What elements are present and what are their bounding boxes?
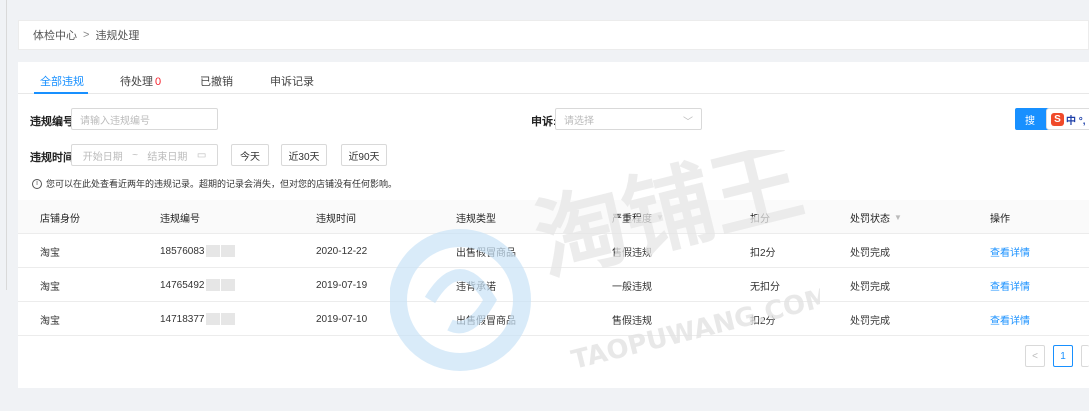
cell-points: 扣2分: [750, 247, 776, 259]
breadcrumb: 体检中心 > 违规处理: [18, 20, 1089, 50]
masked-digits: [205, 313, 220, 325]
cell-time: 2019-07-10: [316, 313, 368, 325]
view-details-link[interactable]: 查看详情: [990, 302, 1030, 336]
ime-toolbar[interactable]: S 中 °,: [1046, 108, 1089, 130]
breadcrumb-separator: >: [83, 29, 90, 41]
col-shop-identity: 店铺身份: [40, 213, 80, 225]
cell-type: 出售假冒商品: [456, 315, 516, 327]
filter-icon[interactable]: ▼: [894, 213, 902, 222]
date-range-picker[interactable]: 开始日期 ~ 结束日期 ▭: [71, 144, 218, 166]
violation-panel: 全部违规 待处理 0 已撤销 申诉记录 违规编号: 请输入违规编号 申诉: 请选择…: [18, 62, 1089, 388]
tab-bar: 全部违规 待处理 0 已撤销 申诉记录: [18, 62, 1089, 94]
tab-pending[interactable]: 待处理 0: [120, 73, 161, 89]
col-penalty-status[interactable]: 处罚状态 ▼: [850, 200, 902, 234]
table-row: 淘宝 18576083 2020-12-22 出售假冒商品 售假违规 扣2分 处…: [18, 234, 1089, 268]
table-header: 店铺身份 违规编号 违规时间 违规类型 严重程度 ▼ 扣分 处罚状态 ▼ 操作: [18, 200, 1089, 234]
col-violation-type: 违规类型: [456, 213, 496, 225]
masked-digits: [205, 245, 220, 257]
violation-table: 店铺身份 违规编号 违规时间 违规类型 严重程度 ▼ 扣分 处罚状态 ▼ 操作 淘宝…: [18, 200, 1089, 336]
masked-digits: [220, 245, 235, 257]
notice-text: 您可以在此处查看近两年的违规记录。超期的记录会消失，但对您的店铺没有任何影响。: [46, 179, 398, 189]
quick-today-button[interactable]: 今天: [231, 144, 269, 166]
tab-all-violations[interactable]: 全部违规: [40, 73, 84, 89]
cell-points: 扣2分: [750, 315, 776, 327]
masked-digits: [220, 313, 235, 325]
masked-digits: [220, 279, 235, 291]
cell-type: 出售假冒商品: [456, 247, 516, 259]
col-violation-no: 违规编号: [160, 213, 200, 225]
page-1-button[interactable]: 1: [1053, 345, 1073, 367]
breadcrumb-current: 违规处理: [95, 30, 140, 42]
sogou-logo-icon: S: [1051, 112, 1064, 126]
next-page-button[interactable]: [1081, 345, 1089, 367]
cell-severity: 售假违规: [612, 315, 652, 327]
cell-violation-no: 14765492: [160, 268, 235, 302]
cell-status: 处罚完成: [850, 315, 890, 327]
col-points: 扣分: [750, 213, 770, 225]
quick-30-days-button[interactable]: 近30天: [281, 144, 327, 166]
cell-status: 处罚完成: [850, 281, 890, 293]
history-notice: i 您可以在此处查看近两年的违规记录。超期的记录会消失，但对您的店铺没有任何影响…: [32, 177, 397, 190]
cell-shop: 淘宝: [40, 281, 60, 293]
chevron-down-icon: ﹀: [683, 117, 693, 128]
calendar-icon: ▭: [196, 149, 207, 161]
col-severity[interactable]: 严重程度 ▼: [612, 200, 664, 234]
left-divider: [6, 0, 7, 290]
tab-revoked[interactable]: 已撤销: [200, 73, 233, 89]
table-row: 淘宝 14718377 2019-07-10 出售假冒商品 售假违规 扣2分 处…: [18, 302, 1089, 336]
view-details-link[interactable]: 查看详情: [990, 234, 1030, 268]
cell-severity: 一般违规: [612, 281, 652, 293]
end-date-input[interactable]: 结束日期: [147, 148, 187, 163]
tab-appeal-records[interactable]: 申诉记录: [270, 73, 314, 89]
col-actions: 操作: [990, 213, 1010, 225]
ime-status: 中 °,: [1066, 115, 1086, 127]
cell-shop: 淘宝: [40, 247, 60, 259]
cell-shop: 淘宝: [40, 315, 60, 327]
prev-page-button[interactable]: <: [1025, 345, 1045, 367]
cell-time: 2020-12-22: [316, 245, 368, 257]
cell-violation-no: 14718377: [160, 302, 235, 336]
appeal-select[interactable]: 请选择 ﹀: [555, 108, 702, 130]
cell-status: 处罚完成: [850, 247, 890, 259]
view-details-link[interactable]: 查看详情: [990, 268, 1030, 302]
cell-points: 无扣分: [750, 281, 780, 293]
masked-digits: [205, 279, 220, 291]
col-violation-time: 违规时间: [316, 213, 356, 225]
breadcrumb-root[interactable]: 体检中心: [33, 27, 77, 43]
pending-count: 0: [155, 76, 162, 88]
table-row: 淘宝 14765492 2019-07-19 违背承诺 一般违规 无扣分 处罚完…: [18, 268, 1089, 302]
active-tab-indicator: [34, 92, 88, 94]
quick-90-days-button[interactable]: 近90天: [341, 144, 387, 166]
filter-icon[interactable]: ▼: [656, 213, 664, 222]
appeal-label: 申诉:: [531, 116, 557, 128]
violation-no-input[interactable]: 请输入违规编号: [71, 108, 218, 130]
range-separator: ~: [132, 149, 138, 161]
cell-violation-no: 18576083: [160, 234, 235, 268]
info-icon: i: [32, 178, 42, 189]
start-date-input[interactable]: 开始日期: [83, 148, 123, 163]
cell-type: 违背承诺: [456, 281, 496, 293]
cell-time: 2019-07-19: [316, 279, 368, 291]
cell-severity: 售假违规: [612, 247, 652, 259]
